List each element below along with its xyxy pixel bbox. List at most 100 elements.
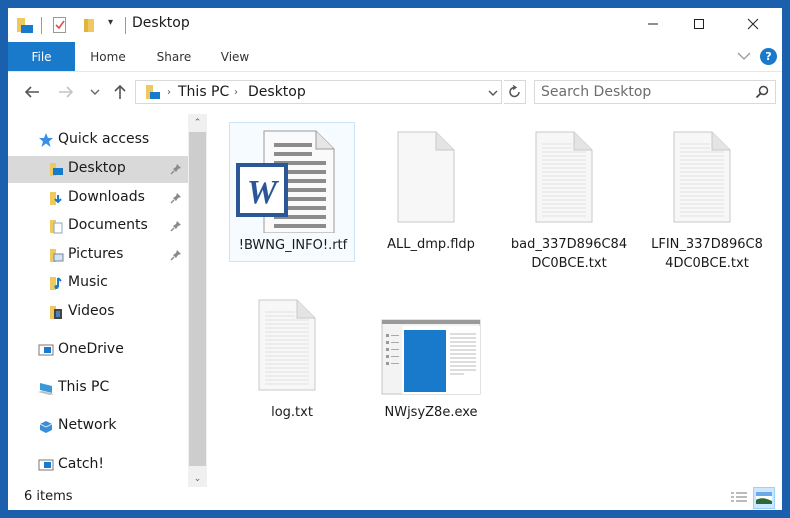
- sidebar-item-network[interactable]: Network: [8, 413, 188, 440]
- scroll-up-icon[interactable]: ⌃: [188, 114, 207, 131]
- tab-home[interactable]: Home: [80, 42, 136, 71]
- close-icon: [747, 18, 759, 30]
- breadcrumb-separator-icon[interactable]: ›: [234, 87, 242, 98]
- sidebar-item-catch[interactable]: Catch!: [8, 452, 188, 479]
- file-item[interactable]: log.txt: [229, 290, 355, 440]
- toolbar-separator: [41, 17, 42, 34]
- ribbon: File Home Share View: [8, 42, 782, 72]
- sidebar-item-music[interactable]: Music: [8, 270, 188, 297]
- sidebar-item-this-pc[interactable]: This PC: [8, 375, 188, 402]
- details-view-icon: [731, 492, 747, 502]
- sidebar-scrollbar[interactable]: ⌃ ⌄: [188, 114, 207, 487]
- item-count: 6 items: [24, 489, 73, 504]
- forward-button[interactable]: [56, 82, 76, 102]
- sidebar-item-pictures[interactable]: Pictures: [8, 242, 188, 269]
- navigation-pane: ⌃ ⌄ Quick access Desktop Downloads Document…: [8, 114, 208, 487]
- properties-icon[interactable]: [52, 16, 68, 34]
- sidebar-item-quick-access[interactable]: Quick access: [8, 127, 188, 154]
- drive-icon: [38, 459, 54, 471]
- details-view-button[interactable]: [728, 487, 750, 509]
- file-name: ALL_dmp.fldp: [387, 237, 475, 252]
- minimize-button[interactable]: [630, 8, 676, 40]
- downloads-folder-icon: [50, 192, 62, 205]
- toolbar-separator: [125, 17, 126, 34]
- refresh-button[interactable]: [504, 80, 526, 104]
- star-icon: [39, 133, 53, 147]
- back-arrow-icon: [24, 86, 39, 98]
- svg-text:W: W: [247, 174, 280, 211]
- file-item[interactable]: LFIN_337D896C8 4DC0BCE.txt: [644, 122, 770, 272]
- onedrive-icon: [38, 344, 54, 356]
- sidebar-item-label: Network: [58, 417, 117, 433]
- recent-locations-button[interactable]: [88, 82, 102, 102]
- file-name: NWjsyZ8e.exe: [384, 405, 478, 420]
- breadcrumb-desktop[interactable]: Desktop: [248, 84, 306, 100]
- sidebar-item-label: Pictures: [68, 246, 124, 262]
- tab-view[interactable]: View: [212, 42, 258, 71]
- forward-arrow-icon: [59, 86, 74, 98]
- network-icon: [39, 421, 53, 433]
- search-box[interactable]: Search Desktop: [534, 80, 776, 104]
- search-placeholder: Search Desktop: [541, 84, 652, 100]
- pin-icon[interactable]: [170, 192, 182, 204]
- word-document-icon: W: [236, 130, 335, 233]
- customize-dropdown-icon[interactable]: ▾: [108, 17, 113, 28]
- documents-folder-icon: [50, 220, 63, 234]
- sidebar-item-label: Desktop: [68, 160, 126, 176]
- maximize-button[interactable]: [676, 8, 722, 40]
- sidebar-item-onedrive[interactable]: OneDrive: [8, 337, 188, 364]
- sidebar-item-label: Documents: [68, 217, 148, 233]
- explorer-window: ▾ Desktop File Home Share View ? › This …: [8, 8, 782, 510]
- text-file-icon: [673, 131, 731, 223]
- refresh-icon: [508, 85, 520, 98]
- file-item[interactable]: bad_337D896C84 DC0BCE.txt: [506, 122, 632, 272]
- scroll-down-icon[interactable]: ⌄: [188, 470, 207, 487]
- music-folder-icon: [50, 277, 62, 290]
- file-item[interactable]: W !BWNG_INFO!.rtf: [229, 122, 355, 262]
- file-name: !BWNG_INFO!.rtf: [238, 238, 348, 253]
- videos-folder-icon: [50, 306, 62, 319]
- large-icons-view-icon: [756, 492, 772, 504]
- breadcrumb-separator-icon[interactable]: ›: [167, 87, 175, 98]
- large-icons-view-button[interactable]: [753, 487, 775, 509]
- text-file-icon: [258, 299, 316, 391]
- pin-icon[interactable]: [170, 249, 182, 261]
- explorer-icon[interactable]: [16, 16, 34, 34]
- sidebar-item-downloads[interactable]: Downloads: [8, 185, 188, 212]
- recent-locations-icon: [90, 89, 100, 95]
- sidebar-item-videos[interactable]: Videos: [8, 299, 188, 326]
- up-button[interactable]: [110, 82, 130, 102]
- expand-ribbon-icon[interactable]: [736, 48, 752, 64]
- new-folder-icon[interactable]: [82, 16, 96, 34]
- tab-file[interactable]: File: [8, 42, 75, 71]
- file-item[interactable]: NWjsyZ8e.exe: [368, 290, 494, 440]
- breadcrumb-this-pc[interactable]: This PC: [178, 84, 229, 100]
- sidebar-item-label: OneDrive: [58, 341, 124, 357]
- search-icon[interactable]: [755, 85, 769, 99]
- pin-icon[interactable]: [170, 220, 182, 232]
- sidebar-item-label: Music: [68, 274, 108, 290]
- file-name: DC0BCE.txt: [531, 256, 607, 271]
- maximize-icon: [694, 19, 704, 29]
- sidebar-item-desktop[interactable]: Desktop: [8, 156, 188, 183]
- sidebar-item-documents[interactable]: Documents: [8, 213, 188, 240]
- blank-file-icon: [397, 131, 455, 223]
- address-bar[interactable]: › This PC › Desktop: [135, 80, 502, 104]
- pictures-folder-icon: [50, 249, 64, 262]
- computer-icon: [38, 383, 54, 395]
- pin-icon[interactable]: [170, 163, 182, 175]
- back-button[interactable]: [22, 82, 42, 102]
- help-button[interactable]: ?: [760, 48, 777, 65]
- title-bar: ▾ Desktop: [8, 8, 782, 42]
- scroll-thumb[interactable]: [189, 132, 206, 466]
- sidebar-item-label: Videos: [68, 303, 115, 319]
- tab-share[interactable]: Share: [148, 42, 200, 71]
- file-name: LFIN_337D896C8: [651, 237, 763, 252]
- file-name: log.txt: [271, 405, 313, 420]
- address-history-dropdown-icon[interactable]: [488, 89, 498, 97]
- file-item[interactable]: ALL_dmp.fldp: [368, 122, 494, 272]
- file-name: bad_337D896C84: [510, 237, 628, 252]
- close-button[interactable]: [730, 8, 776, 40]
- sidebar-item-label: Downloads: [68, 189, 145, 205]
- navigation-bar: › This PC › Desktop Search Desktop: [8, 72, 782, 114]
